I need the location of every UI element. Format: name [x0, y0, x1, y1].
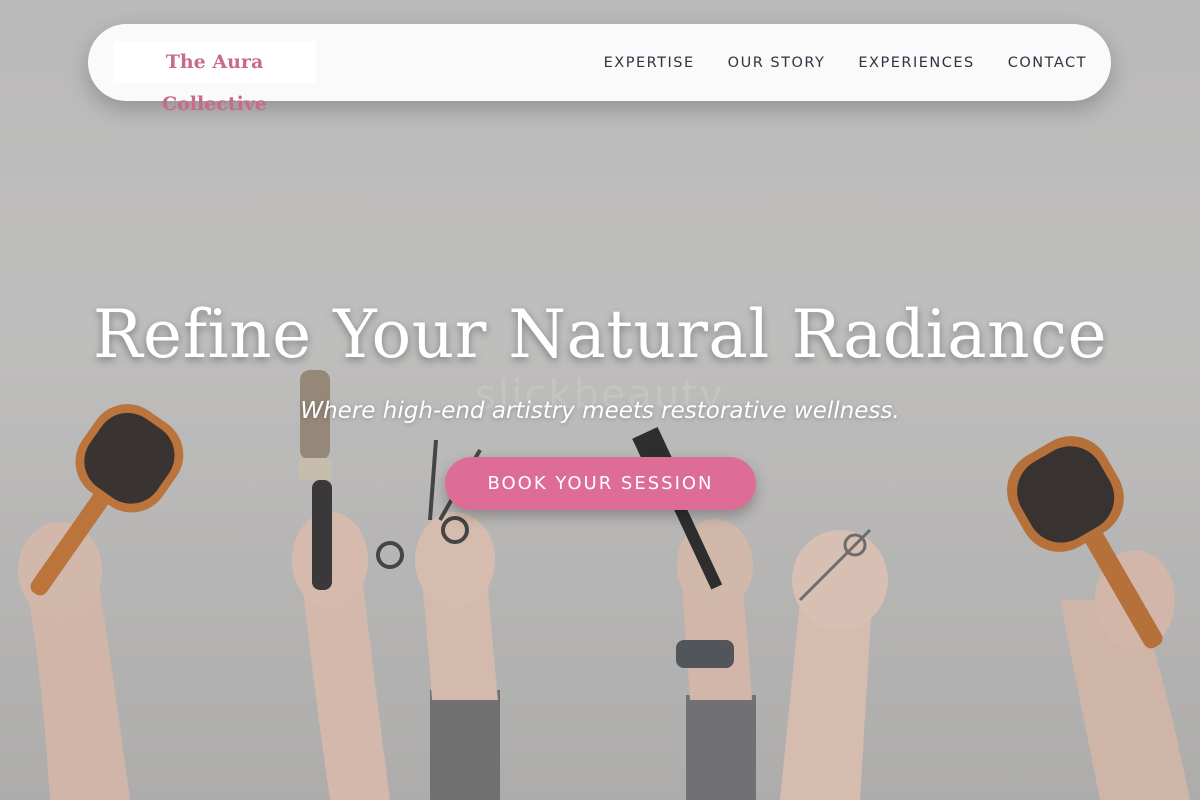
book-session-button[interactable]: BOOK YOUR SESSION — [445, 457, 756, 510]
hero-title: Refine Your Natural Radiance — [92, 296, 1108, 373]
brand-logo[interactable]: The Aura Collective — [113, 41, 316, 115]
navbar: The Aura Collective EXPERTISE OUR STORY … — [88, 24, 1111, 115]
nav-link-contact[interactable]: CONTACT — [1008, 55, 1087, 71]
nav-link-experiences[interactable]: EXPERIENCES — [858, 55, 974, 71]
hero-section: The Aura Collective EXPERTISE OUR STORY … — [0, 0, 1200, 800]
nav-links: EXPERTISE OUR STORY EXPERIENCES CONTACT — [604, 24, 1087, 101]
hero-subtitle: Where high-end artistry meets restorativ… — [300, 398, 900, 424]
nav-link-our-story[interactable]: OUR STORY — [728, 55, 826, 71]
nav-link-expertise[interactable]: EXPERTISE — [604, 55, 695, 71]
